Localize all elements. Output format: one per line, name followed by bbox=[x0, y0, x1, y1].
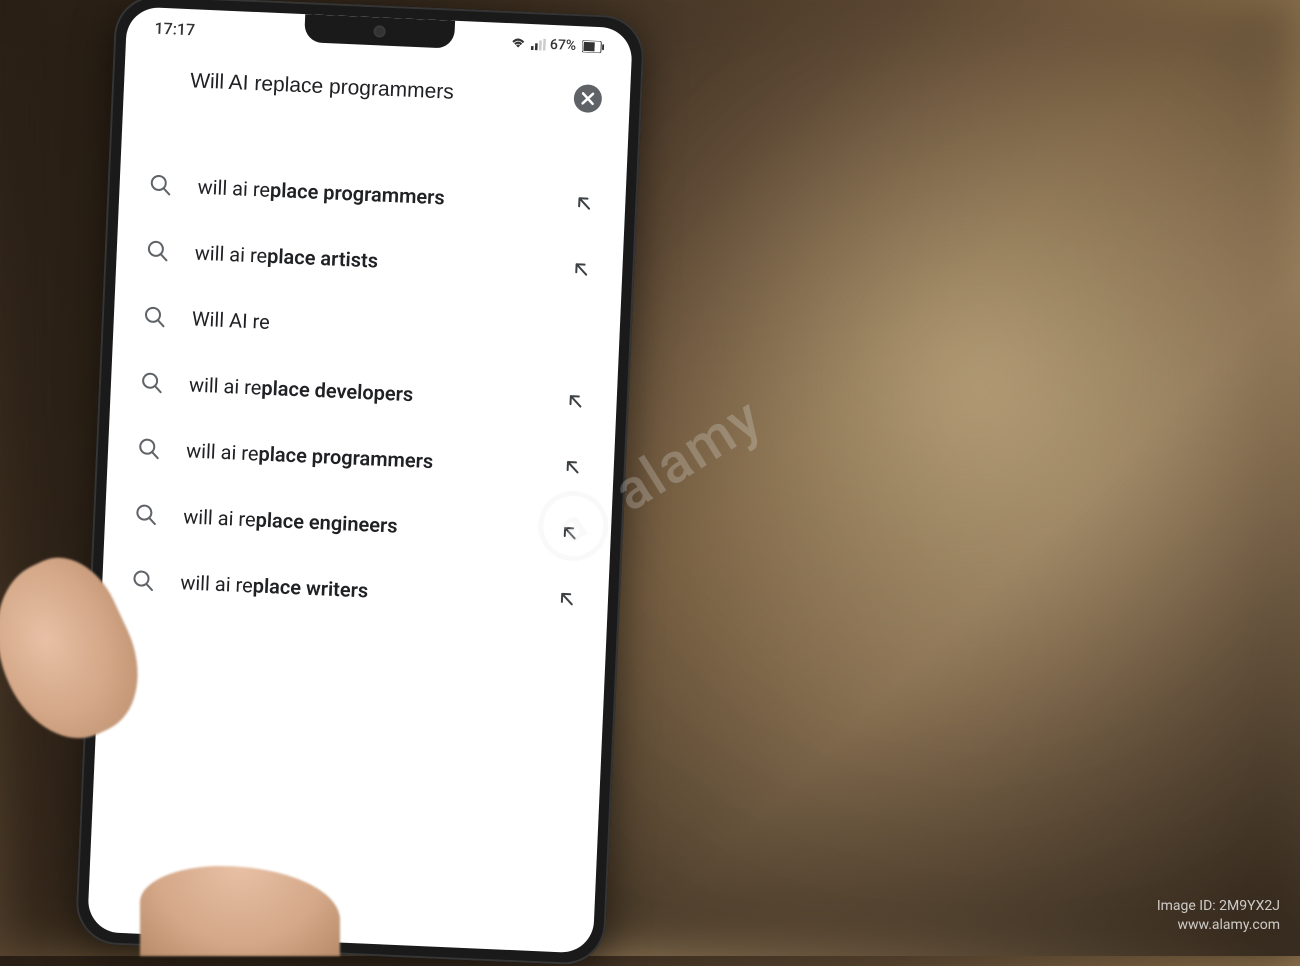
search-icon bbox=[135, 503, 158, 526]
phone-frame: 17:17 67% will ai replace programmerswil… bbox=[75, 0, 646, 966]
battery-percentage: 67% bbox=[550, 37, 577, 54]
search-icon bbox=[132, 569, 155, 592]
phone-device: 17:17 67% will ai replace programmerswil… bbox=[75, 0, 646, 966]
search-input[interactable] bbox=[189, 63, 562, 115]
search-icon bbox=[143, 305, 166, 328]
status-time: 17:17 bbox=[154, 18, 195, 39]
clear-search-button[interactable] bbox=[573, 84, 602, 113]
close-icon bbox=[581, 91, 596, 106]
phone-screen: 17:17 67% will ai replace programmerswil… bbox=[87, 6, 633, 953]
fill-query-arrow-icon[interactable] bbox=[573, 192, 596, 215]
suggestion-text: Will AI re bbox=[191, 307, 590, 348]
wifi-icon bbox=[510, 37, 527, 50]
suggestion-text: will ai replace artists bbox=[194, 241, 545, 280]
fill-query-arrow-icon[interactable] bbox=[561, 456, 584, 479]
status-indicators: 67% bbox=[510, 35, 605, 55]
search-icon bbox=[149, 174, 172, 197]
search-icon bbox=[141, 371, 164, 394]
fill-query-arrow-icon[interactable] bbox=[570, 258, 593, 281]
battery-icon bbox=[582, 40, 605, 53]
suggestions-list: will ai replace programmers will ai repla… bbox=[101, 120, 628, 634]
suggestion-text: will ai replace programmers bbox=[197, 175, 548, 214]
watermark-id: Image ID: 2M9YX2J bbox=[1157, 897, 1280, 917]
suggestion-text: will ai replace programmers bbox=[186, 438, 537, 477]
suggestion-text: will ai replace engineers bbox=[183, 504, 534, 543]
fill-query-arrow-icon[interactable] bbox=[556, 588, 579, 611]
signal-icon bbox=[530, 38, 547, 51]
suggestion-text: will ai replace developers bbox=[188, 372, 539, 411]
suggestion-text: will ai replace writers bbox=[180, 570, 531, 609]
search-icon bbox=[138, 437, 161, 460]
search-icon bbox=[146, 239, 169, 262]
watermark-corner: Image ID: 2M9YX2J www.alamy.com bbox=[1157, 897, 1280, 936]
watermark-url: www.alamy.com bbox=[1157, 916, 1280, 936]
fill-query-arrow-icon[interactable] bbox=[564, 390, 587, 413]
